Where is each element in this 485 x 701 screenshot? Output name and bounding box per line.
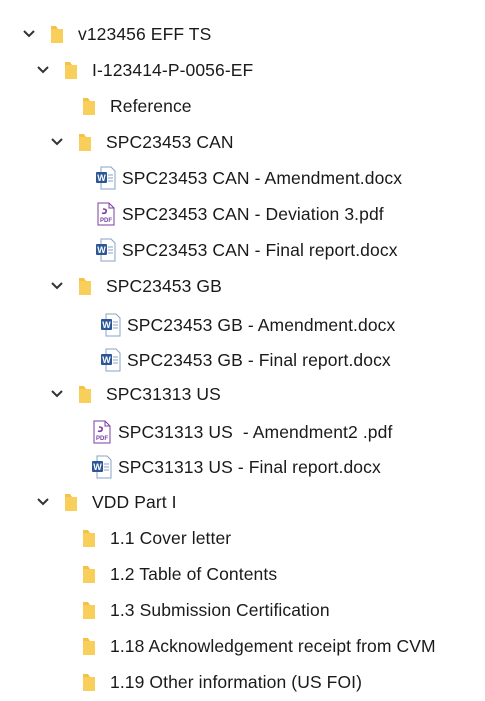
word-doc-icon: W: [96, 238, 116, 262]
file-label: SPC23453 CAN - Deviation 3.pdf: [122, 203, 384, 224]
tree-item-label: v123456 EFF TS: [78, 23, 212, 44]
folder-icon: [50, 24, 64, 44]
tree-item-label: 1.18 Acknowledgement receipt from CVM: [110, 635, 436, 656]
svg-text:PDF: PDF: [100, 218, 112, 224]
chevron-down-icon[interactable]: [36, 63, 50, 77]
svg-text:PDF: PDF: [96, 436, 108, 442]
tree-item-vdd-folder[interactable]: 1.3 Submission Certification: [82, 595, 330, 625]
svg-text:W: W: [102, 355, 111, 365]
svg-text:W: W: [93, 462, 102, 472]
chevron-down-icon[interactable]: [50, 135, 64, 149]
file-label: SPC31313 US - Amendment2 .pdf: [118, 421, 393, 442]
folder-icon: [82, 96, 96, 116]
word-doc-icon: W: [101, 348, 121, 372]
chevron-down-icon[interactable]: [50, 279, 64, 293]
file-label: SPC23453 CAN - Final report.docx: [122, 239, 398, 260]
file-label: SPC31313 US - Final report.docx: [118, 456, 381, 477]
file-label: SPC23453 CAN - Amendment.docx: [122, 167, 403, 188]
file-label: SPC23453 GB - Amendment.docx: [127, 314, 396, 335]
tree-item-label: 1.19 Other information (US FOI): [110, 671, 363, 692]
tree-item-label: I-123414-P-0056-EF: [92, 59, 254, 80]
file-item[interactable]: W SPC23453 CAN - Final report.docx: [96, 235, 398, 265]
folder-icon: [82, 600, 96, 620]
folder-icon: [82, 564, 96, 584]
tree-item-vdd-folder[interactable]: 1.2 Table of Contents: [82, 559, 277, 589]
tree-item-i-folder[interactable]: I-123414-P-0056-EF: [36, 55, 253, 85]
file-item[interactable]: W SPC23453 CAN - Amendment.docx: [96, 163, 402, 193]
tree-item-label: SPC23453 GB: [106, 275, 222, 296]
folder-icon: [78, 132, 92, 152]
tree-item-root[interactable]: v123456 EFF TS: [22, 19, 211, 49]
pdf-icon: PDF: [96, 202, 116, 226]
folder-icon: [64, 492, 78, 512]
word-doc-icon: W: [96, 166, 116, 190]
tree-item-label: VDD Part I: [92, 491, 177, 512]
file-item[interactable]: W SPC31313 US - Final report.docx: [92, 452, 381, 482]
folder-icon: [82, 528, 96, 548]
tree-item-reference[interactable]: Reference: [82, 91, 192, 121]
tree-item-vdd-folder[interactable]: 1.19 Other information (US FOI): [82, 667, 362, 697]
tree-item-label: 1.1 Cover letter: [110, 527, 232, 548]
chevron-down-icon[interactable]: [22, 27, 36, 41]
folder-icon: [82, 672, 96, 692]
tree-item-spc23453-can[interactable]: SPC23453 CAN: [50, 127, 234, 157]
folder-icon: [78, 276, 92, 296]
svg-text:W: W: [97, 173, 106, 183]
file-item[interactable]: PDF SPC23453 CAN - Deviation 3.pdf: [96, 199, 384, 229]
tree-item-label: 1.3 Submission Certification: [110, 599, 330, 620]
folder-icon: [78, 384, 92, 404]
tree-item-spc31313-us[interactable]: SPC31313 US: [50, 379, 221, 409]
tree-item-vdd-folder[interactable]: 1.18 Acknowledgement receipt from CVM: [82, 631, 436, 661]
file-item[interactable]: W SPC23453 GB - Final report.docx: [101, 345, 391, 375]
word-doc-icon: W: [101, 313, 121, 337]
tree-item-vdd-part-i[interactable]: VDD Part I: [36, 487, 177, 517]
tree-item-label: Reference: [110, 95, 192, 116]
file-item[interactable]: PDF SPC31313 US - Amendment2 .pdf: [92, 417, 392, 447]
svg-text:W: W: [102, 320, 111, 330]
tree-item-label: 1.2 Table of Contents: [110, 563, 278, 584]
file-item[interactable]: W SPC23453 GB - Amendment.docx: [101, 310, 395, 340]
tree-item-spc23453-gb[interactable]: SPC23453 GB: [50, 271, 222, 301]
folder-icon: [64, 60, 78, 80]
tree-item-label: SPC31313 US: [106, 383, 221, 404]
pdf-icon: PDF: [92, 420, 112, 444]
tree-item-vdd-folder[interactable]: 1.1 Cover letter: [82, 523, 231, 553]
tree-item-label: SPC23453 CAN: [106, 131, 234, 152]
chevron-down-icon[interactable]: [36, 495, 50, 509]
svg-text:W: W: [97, 245, 106, 255]
folder-icon: [82, 636, 96, 656]
word-doc-icon: W: [92, 455, 112, 479]
file-label: SPC23453 GB - Final report.docx: [127, 349, 391, 370]
chevron-down-icon[interactable]: [50, 387, 64, 401]
